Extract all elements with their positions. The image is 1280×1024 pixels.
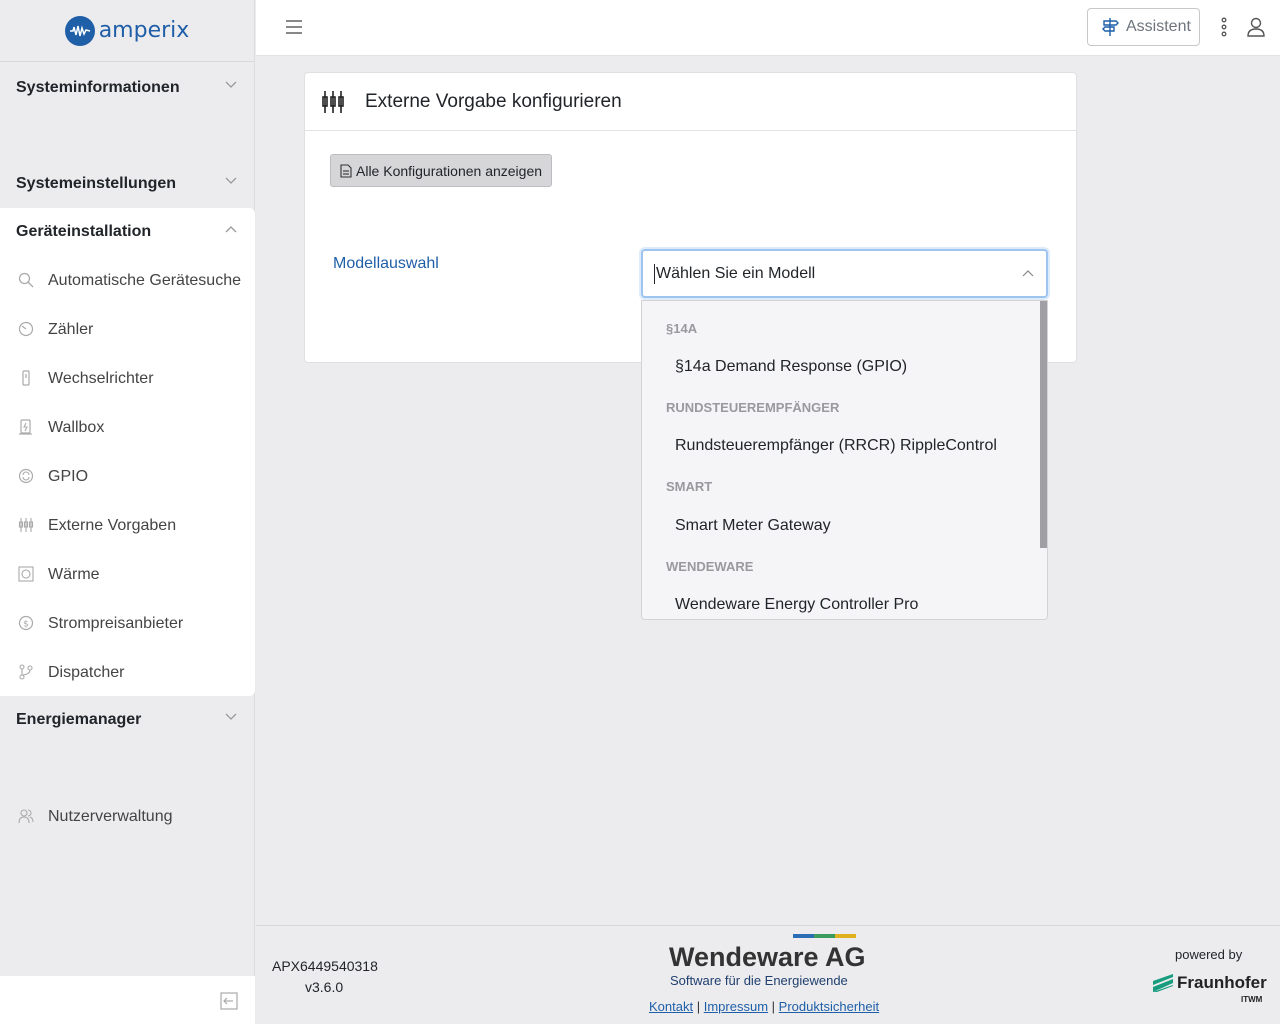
logo[interactable]: amperix [0, 0, 254, 62]
dropdown-option[interactable]: §14a Demand Response (GPIO) [675, 358, 907, 376]
branch-icon [19, 664, 33, 680]
heat-icon [18, 566, 34, 582]
model-dropdown: §14A §14a Demand Response (GPIO) RUNDSTE… [641, 300, 1048, 620]
sliders-icon [322, 90, 344, 113]
section-label: Systeminformationen [16, 79, 180, 96]
link-separator: | [771, 999, 776, 1014]
logo-text: amperix [98, 18, 190, 43]
dollar-icon: $ [18, 615, 34, 631]
device-serial: APX6449540318 [272, 958, 378, 974]
sidebar-item-label: Wärme [48, 565, 100, 583]
topbar: Assistent [256, 0, 1280, 56]
meter-icon [18, 321, 34, 337]
search-icon [18, 272, 34, 288]
link-produktsicherheit[interactable]: Produktsicherheit [779, 999, 879, 1014]
dropdown-option[interactable]: Wendeware Energy Controller Pro [675, 596, 918, 614]
section-label: Geräteinstallation [16, 223, 152, 240]
sliders-icon [18, 518, 34, 532]
chevron-down-icon [225, 81, 237, 88]
sidebar-item-zaehler[interactable]: Zähler [0, 305, 255, 354]
wallbox-icon [19, 419, 32, 435]
amperix-logo-icon [64, 15, 95, 46]
chevron-up-icon [1022, 270, 1034, 277]
collapse-sidebar-icon[interactable] [220, 992, 238, 1010]
hamburger-menu-icon[interactable] [286, 20, 302, 34]
assistant-button[interactable]: Assistent [1087, 8, 1200, 46]
sidebar-item-geraetesuche[interactable]: Automatische Gerätesuche [0, 256, 255, 305]
inverter-icon [22, 370, 30, 386]
svg-text:$: $ [23, 620, 29, 630]
sidebar-item-nutzerverwaltung[interactable]: Nutzerverwaltung [0, 792, 255, 841]
footer: APX6449540318 v3.6.0 Wendeware AG Softwa… [256, 925, 1280, 1024]
dropdown-group-label: WENDEWARE [666, 559, 754, 574]
section-geraeteinstallation[interactable]: Geräteinstallation [0, 208, 255, 256]
model-selection-label: Modellauswahl [333, 255, 439, 272]
assistant-label: Assistent [1126, 18, 1191, 35]
link-separator: | [696, 999, 701, 1014]
section-label: Energiemanager [16, 711, 142, 728]
fraunhofer-mark-icon [1153, 974, 1173, 992]
sidebar-item-strompreisanbieter[interactable]: $ Strompreisanbieter [0, 599, 255, 648]
dropdown-scrollbar[interactable] [1040, 301, 1047, 548]
section-energiemanager[interactable]: Energiemanager [0, 696, 255, 744]
chevron-down-icon [225, 713, 237, 720]
sidebar-item-label: Externe Vorgaben [48, 516, 177, 534]
sidebar-item-label: Wechselrichter [48, 369, 154, 387]
sidebar-item-label: Nutzerverwaltung [48, 807, 173, 825]
users-icon [18, 809, 34, 824]
page-title: Externe Vorgabe konfigurieren [365, 90, 622, 112]
select-placeholder: Wählen Sie ein Modell [656, 264, 816, 282]
show-all-configurations-button[interactable]: Alle Konfigurationen anzeigen [330, 154, 552, 187]
sidebar-item-externe-vorgaben[interactable]: Externe Vorgaben [0, 501, 255, 550]
sidebar-item-wechselrichter[interactable]: Wechselrichter [0, 354, 255, 403]
link-impressum[interactable]: Impressum [704, 999, 768, 1014]
partner-name: Fraunhofer [1177, 973, 1267, 992]
sidebar-item-label: GPIO [48, 467, 89, 485]
link-kontakt[interactable]: Kontakt [649, 999, 693, 1014]
sidebar-item-label: Zähler [48, 320, 94, 338]
section-systeminformationen[interactable]: Systeminformationen [0, 64, 255, 112]
sidebar-item-label: Wallbox [48, 418, 105, 436]
dropdown-group-label: §14A [666, 321, 698, 336]
partner-unit: ITWM [1241, 995, 1263, 1004]
sidebar-item-dispatcher[interactable]: Dispatcher [0, 648, 255, 697]
software-version: v3.6.0 [305, 979, 344, 995]
show-all-label: Alle Konfigurationen anzeigen [356, 162, 543, 179]
document-icon [340, 163, 352, 178]
wendeware-logo-stripes [793, 934, 856, 938]
signpost-icon [1102, 18, 1119, 36]
dropdown-option[interactable]: Smart Meter Gateway [675, 517, 831, 535]
sidebar-item-gpio[interactable]: GPIO [0, 452, 255, 501]
fraunhofer-logo: Fraunhofer [1153, 973, 1267, 993]
company-tagline: Software für die Energiewende [670, 973, 848, 988]
dropdown-group-label: SMART [666, 479, 713, 494]
card-header: Externe Vorgabe konfigurieren [305, 73, 1076, 131]
chevron-up-icon [225, 226, 237, 233]
more-options-icon[interactable] [1216, 17, 1232, 37]
section-label: Systemeinstellungen [16, 175, 177, 192]
powered-by-label: powered by [1175, 947, 1243, 962]
text-caret [654, 263, 655, 284]
sidebar-collapse-bar [0, 976, 255, 1024]
sidebar: amperix Systeminformationen Systemeinste… [0, 0, 255, 1024]
section-systemeinstellungen[interactable]: Systemeinstellungen [0, 160, 255, 208]
footer-links: Kontakt | Impressum | Produktsicherheit [649, 999, 879, 1014]
chevron-down-icon [225, 177, 237, 184]
sidebar-item-label: Strompreisanbieter [48, 614, 184, 632]
company-name: Wendeware AG [669, 942, 866, 972]
sidebar-item-label: Dispatcher [48, 663, 125, 681]
gpio-icon [18, 468, 34, 484]
sidebar-item-waerme[interactable]: Wärme [0, 550, 255, 599]
sidebar-item-wallbox[interactable]: Wallbox [0, 403, 255, 452]
model-select[interactable]: Wählen Sie ein Modell [641, 249, 1048, 298]
dropdown-group-label: RUNDSTEUEREMPFÄNGER [666, 400, 840, 415]
user-icon[interactable] [1247, 17, 1265, 37]
dropdown-option[interactable]: Rundsteuerempfänger (RRCR) RippleControl [675, 437, 997, 455]
sidebar-item-label: Automatische Gerätesuche [48, 271, 241, 289]
